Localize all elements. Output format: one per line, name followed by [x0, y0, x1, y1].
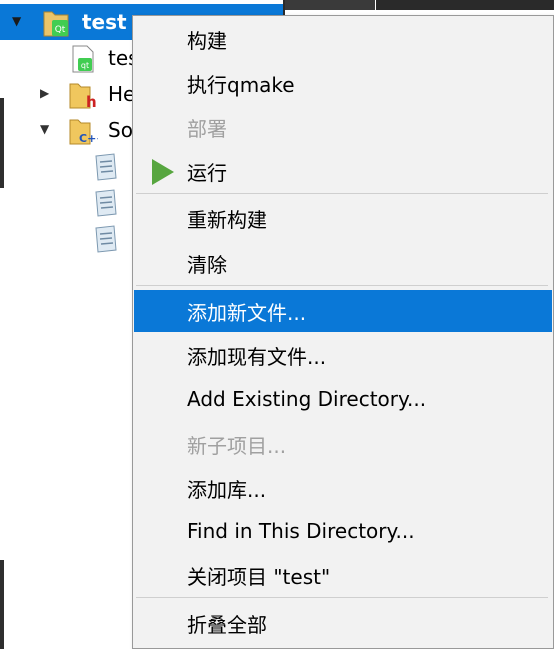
panel-edge [0, 98, 4, 188]
cpp-file-icon [95, 189, 117, 217]
expand-arrow-icon[interactable]: ▼ [40, 122, 49, 136]
svg-text:qt: qt [81, 61, 89, 70]
menu-item-find-in-directory[interactable]: Find in This Directory... [134, 511, 552, 551]
menu-item-build[interactable]: 构建 [134, 19, 552, 59]
cpp-file-icon [95, 153, 117, 181]
menu-item-add-existing-files[interactable]: 添加现有文件... [134, 335, 552, 375]
menu-item-close-project[interactable]: 关闭项目 "test" [134, 555, 552, 595]
menu-item-clean[interactable]: 清除 [134, 243, 552, 283]
sources-folder-icon: C++ [69, 119, 98, 145]
menu-item-add-existing-directory[interactable]: Add Existing Directory... [134, 379, 552, 419]
menu-item-add-library[interactable]: 添加库... [134, 468, 552, 508]
context-menu: 构建 执行qmake 部署 运行 重新构建 清除 添加新文件... 添加现有文件… [132, 15, 554, 649]
panel-edge [0, 560, 4, 649]
menu-item-add-new-file[interactable]: 添加新文件... [134, 290, 552, 332]
expand-arrow-icon[interactable]: ▼ [12, 14, 21, 28]
svg-text:h: h [86, 93, 96, 110]
qt-file-icon: qt [72, 45, 94, 73]
menu-separator [136, 597, 548, 598]
svg-text:Qt: Qt [55, 25, 66, 35]
menu-item-run[interactable]: 运行 [134, 151, 552, 191]
cpp-file-icon [95, 225, 117, 253]
menu-item-run-qmake[interactable]: 执行qmake [134, 63, 552, 103]
menu-item-rebuild[interactable]: 重新构建 [134, 198, 552, 238]
menu-item-deploy[interactable]: 部署 [134, 107, 552, 147]
collapsed-arrow-icon[interactable]: ▶ [40, 86, 49, 100]
menu-separator [136, 285, 548, 286]
headers-folder-icon: h [69, 83, 96, 110]
tree-item-label: test [82, 10, 127, 34]
menu-item-new-subproject[interactable]: 新子项目... [134, 424, 552, 464]
qt-project-icon: Qt [43, 11, 69, 37]
menu-separator [136, 193, 548, 194]
menu-item-collapse-all[interactable]: 折叠全部 [134, 603, 552, 643]
editor-header [376, 0, 554, 10]
editor-header [285, 0, 375, 10]
svg-text:C++: C++ [79, 132, 98, 145]
tree-item-label: So [108, 118, 133, 142]
run-icon [152, 159, 174, 185]
